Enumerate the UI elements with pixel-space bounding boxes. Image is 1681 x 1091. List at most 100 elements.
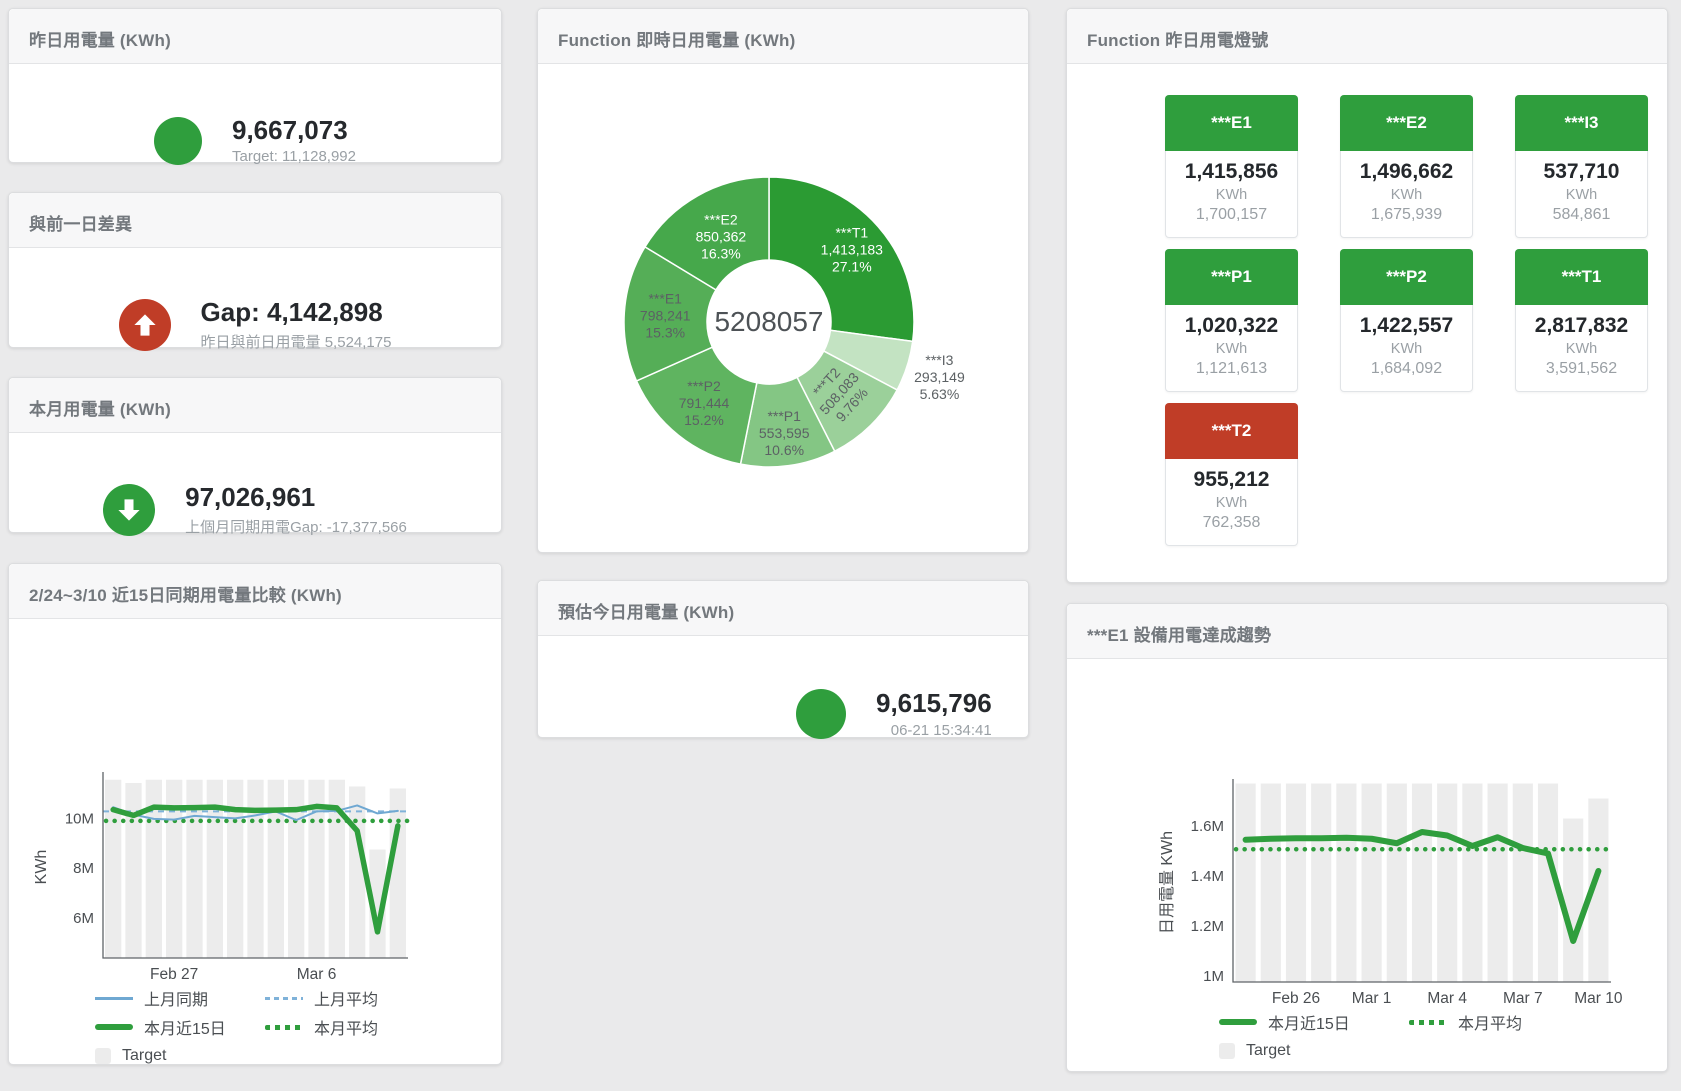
target-bar: [268, 780, 284, 958]
chart-legend: 上月同期上月平均本月近15日本月平均Target: [95, 987, 435, 1067]
legend-item: 本月平均: [265, 1016, 435, 1038]
card-compare15-chart: 2/24~3/10 近15日同期用電量比較 (KWh) 6M8M10MFeb 2…: [8, 563, 502, 1065]
x-tick-label: Feb 26: [1272, 990, 1320, 1007]
donut-svg: ***T11,413,18327.1%***I3293,1495.63%***T…: [538, 64, 1028, 553]
svg-text:***T1: ***T1: [835, 225, 868, 241]
light-tile-body: 537,710KWh584,861: [1516, 151, 1647, 237]
target-bar: [390, 788, 406, 958]
y-tick-label: 1.6M: [1191, 818, 1224, 835]
light-tile-body: 1,020,322KWh1,121,613: [1166, 305, 1297, 391]
light-tile-name: ***P1: [1165, 249, 1298, 305]
light-tile-unit: KWh: [1345, 187, 1468, 203]
legend-item: 本月近15日: [1219, 1011, 1409, 1033]
target-bar: [1563, 819, 1583, 983]
light-tile-value: 2,817,832: [1520, 314, 1643, 338]
realtime-donut-chart: ***T11,413,18327.1%***I3293,1495.63%***T…: [538, 64, 1028, 552]
svg-text:15.2%: 15.2%: [684, 412, 724, 428]
light-tile-target: 762,358: [1170, 514, 1293, 532]
svg-text:27.1%: 27.1%: [832, 259, 872, 275]
light-tiles-grid: ***E11,415,856KWh1,700,157***E21,496,662…: [1165, 95, 1648, 546]
target-bar: [1336, 784, 1356, 983]
legend-label: 本月平均: [314, 1015, 378, 1039]
dashboard-page: 昨日用電量 (KWh) 9,667,073 Target: 11,128,992…: [0, 0, 1681, 1091]
light-tile: ***E21,496,662KWh1,675,939: [1340, 95, 1473, 238]
e1-trend-chart: 1M1.2M1.4M1.6MFeb 26Mar 1Mar 4Mar 7Mar 1…: [1067, 659, 1667, 1071]
light-tile-value: 1,020,322: [1170, 314, 1293, 338]
light-tile-body: 2,817,832KWh3,591,562: [1516, 305, 1647, 391]
x-tick-label: Mar 10: [1574, 990, 1623, 1007]
stat-value: 9,615,796: [876, 689, 992, 719]
light-tile-name: ***T1: [1515, 249, 1648, 305]
stat-value: 9,667,073: [232, 116, 356, 146]
card-yesterday-usage: 昨日用電量 (KWh) 9,667,073 Target: 11,128,992: [8, 8, 502, 163]
target-bar: [1437, 784, 1457, 983]
svg-text:***P1: ***P1: [767, 408, 801, 424]
target-bar: [1412, 784, 1432, 983]
light-tile: ***P21,422,557KWh1,684,092: [1340, 249, 1473, 392]
light-tile-unit: KWh: [1170, 495, 1293, 511]
svg-text:***E2: ***E2: [704, 212, 738, 228]
y-tick-label: 10M: [65, 810, 94, 827]
card-title: 2/24~3/10 近15日同期用電量比較 (KWh): [9, 564, 501, 619]
light-tile-target: 1,675,939: [1345, 206, 1468, 224]
svg-text:***I3: ***I3: [925, 352, 953, 368]
target-bar: [1261, 784, 1281, 983]
target-bar: [1286, 784, 1306, 983]
target-bar: [1362, 784, 1382, 983]
svg-text:293,149: 293,149: [914, 369, 965, 385]
target-bar: [1488, 784, 1508, 983]
light-tile-name: ***E1: [1165, 95, 1298, 151]
legend-item: Target: [1219, 1040, 1409, 1062]
svg-text:***E1: ***E1: [648, 290, 682, 306]
light-tile-value: 1,415,856: [1170, 160, 1293, 184]
y-tick-label: 1.4M: [1191, 868, 1224, 885]
light-tile: ***P11,020,322KWh1,121,613: [1165, 249, 1298, 392]
svg-text:***P2: ***P2: [687, 378, 721, 394]
status-circle-icon: [154, 117, 202, 165]
target-bar: [1462, 784, 1482, 983]
light-tile: ***I3537,710KWh584,861: [1515, 95, 1648, 238]
x-tick-label: Mar 4: [1427, 990, 1467, 1007]
legend-dash-swatch: [265, 997, 303, 1000]
light-tile-unit: KWh: [1520, 341, 1643, 357]
compare15-chart: 6M8M10MFeb 27Mar 6KWh上月同期上月平均本月近15日本月平均T…: [9, 619, 501, 1064]
light-tile-name: ***I3: [1515, 95, 1648, 151]
card-title: 與前一日差異: [9, 193, 501, 248]
legend-item: 本月近15日: [95, 1016, 265, 1038]
legend-item: 本月平均: [1409, 1011, 1559, 1033]
card-title: Function 即時日用電量 (KWh): [538, 9, 1028, 64]
light-tile-value: 1,496,662: [1345, 160, 1468, 184]
stat-sub: Target: 11,128,992: [232, 148, 356, 165]
legend-label: 上月同期: [144, 986, 208, 1010]
svg-text:16.3%: 16.3%: [701, 246, 741, 262]
arrow-down-icon: [103, 484, 155, 536]
light-tile-value: 537,710: [1520, 160, 1643, 184]
stat-sub: 昨日與前日用電量 5,524,175: [201, 331, 392, 352]
light-tile-target: 1,121,613: [1170, 360, 1293, 378]
legend-dots-swatch: [1409, 1020, 1447, 1025]
light-tile-unit: KWh: [1345, 341, 1468, 357]
y-axis-title: 日用電量 KWh: [1159, 831, 1176, 934]
light-tile-unit: KWh: [1170, 187, 1293, 203]
legend-thick-swatch: [1219, 1019, 1257, 1025]
svg-text:15.3%: 15.3%: [645, 324, 685, 340]
legend-label: 本月近15日: [1268, 1010, 1350, 1034]
card-title: 本月用電量 (KWh): [9, 378, 501, 433]
legend-label: 上月平均: [314, 986, 378, 1010]
stat-value: Gap: 4,142,898: [201, 298, 392, 328]
legend-box-swatch: [1219, 1043, 1235, 1059]
light-tile-name: ***T2: [1165, 403, 1298, 459]
stat-value: 97,026,961: [185, 483, 407, 513]
card-diff-prev-day: 與前一日差異 Gap: 4,142,898 昨日與前日用電量 5,524,175: [8, 192, 502, 348]
card-title: 昨日用電量 (KWh): [9, 9, 501, 64]
card-title: Function 昨日用電燈號: [1067, 9, 1667, 64]
target-bar: [1311, 784, 1331, 983]
light-tile-body: 1,422,557KWh1,684,092: [1341, 305, 1472, 391]
y-tick-label: 1.2M: [1191, 918, 1224, 935]
light-tile-body: 1,496,662 KWh 1,675,939: [1341, 151, 1472, 237]
svg-text:5.63%: 5.63%: [920, 386, 960, 402]
legend-label: Target: [1246, 1042, 1290, 1060]
light-tile-body: 955,212KWh762,358: [1166, 459, 1297, 545]
chart-legend: 本月近15日 本月平均 Target: [1219, 1011, 1559, 1062]
y-tick-label: 1M: [1203, 968, 1224, 985]
